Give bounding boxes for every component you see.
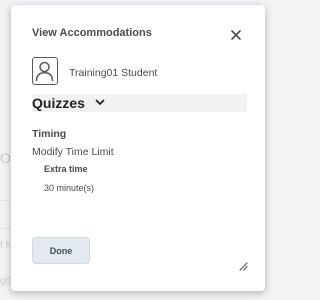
background-text-fragment: g0 — [0, 276, 12, 287]
done-button[interactable]: Done — [32, 237, 90, 264]
section-title: Quizzes — [32, 95, 85, 111]
chevron-down-icon[interactable] — [95, 99, 105, 106]
timing-heading: Timing — [32, 128, 67, 140]
close-icon[interactable] — [230, 29, 242, 41]
modify-time-limit-label: Modify Time Limit — [32, 146, 114, 158]
user-avatar-icon — [32, 57, 58, 85]
dialog-title: View Accommodations — [32, 27, 152, 39]
extra-time-label: Extra time — [44, 164, 88, 174]
quizzes-section-header[interactable]: Quizzes — [32, 94, 247, 112]
student-name: Training01 Student — [69, 67, 158, 79]
extra-time-value: 30 minute(s) — [44, 183, 95, 193]
resize-handle-icon[interactable] — [238, 261, 248, 271]
view-accommodations-dialog: View Accommodations Training01 Student Q… — [11, 5, 265, 291]
